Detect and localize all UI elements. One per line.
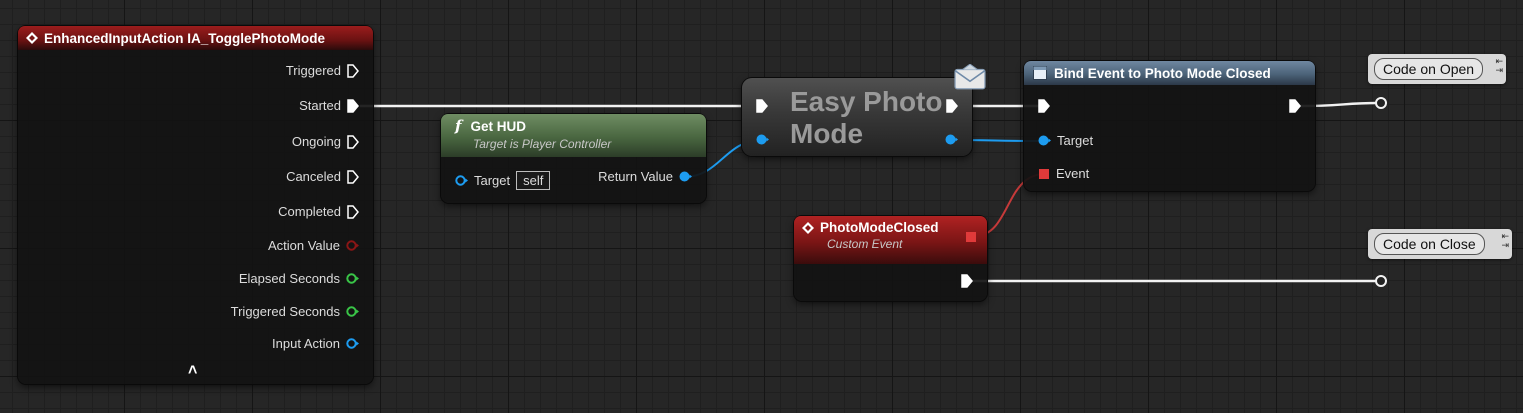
- node-title: PhotoModeClosed: [820, 220, 939, 235]
- function-icon: f: [455, 117, 462, 135]
- node-subtitle: Custom Event: [827, 237, 903, 251]
- exec-out-pin-icon[interactable]: [1289, 99, 1301, 113]
- pin-label: Event: [1056, 166, 1090, 181]
- object-pin-icon[interactable]: [346, 337, 359, 350]
- comment-text[interactable]: Code on Open: [1374, 58, 1484, 80]
- pin-label: Triggered: [285, 63, 341, 78]
- pin-return-value[interactable]: Return Value: [592, 169, 692, 184]
- exec-pin-icon[interactable]: [347, 134, 359, 149]
- exec-pin-icon[interactable]: [347, 204, 359, 219]
- pin-started[interactable]: Started: [293, 98, 359, 113]
- event-diamond-icon: [802, 221, 814, 234]
- exec-pin-icon[interactable]: [347, 169, 359, 184]
- object-in-pin-icon[interactable]: [756, 133, 769, 146]
- pin-target[interactable]: Target self: [455, 171, 551, 190]
- pin-ongoing[interactable]: Ongoing: [286, 134, 359, 149]
- get-hud-node[interactable]: f Get HUD Target is Player Controller Ta…: [441, 114, 706, 203]
- object-out-pin-icon[interactable]: [945, 133, 958, 146]
- struct-pin-icon[interactable]: [346, 239, 359, 252]
- pin-label: Ongoing: [291, 134, 341, 149]
- comment-code-on-open[interactable]: Code on Open ⇤ ⇥: [1368, 54, 1506, 84]
- pin-elapsed-seconds[interactable]: Elapsed Seconds: [233, 271, 359, 286]
- object-pin-icon[interactable]: [455, 174, 468, 187]
- float-pin-icon[interactable]: [346, 305, 359, 318]
- pin-completed[interactable]: Completed: [272, 204, 359, 219]
- node-title: Get HUD: [470, 118, 526, 134]
- pin-label: Return Value: [598, 169, 673, 184]
- comment-code-on-close[interactable]: Code on Close ⇤ ⇥: [1368, 229, 1512, 259]
- collapse-toggle-icon[interactable]: ˄: [188, 362, 197, 380]
- bind-event-node[interactable]: Bind Event to Photo Mode Closed Target E…: [1024, 61, 1315, 191]
- node-title: Bind Event to Photo Mode Closed: [1054, 65, 1271, 81]
- object-pin-icon[interactable]: [679, 170, 692, 183]
- node-header[interactable]: f Get HUD Target is Player Controller: [441, 114, 706, 157]
- object-pin-icon[interactable]: [1038, 134, 1051, 147]
- comment-resize-icon[interactable]: ⇤ ⇥: [1501, 232, 1509, 250]
- delegate-out-pin-icon[interactable]: [965, 231, 977, 243]
- function-box-icon: [1033, 66, 1047, 80]
- reroute-knot-open[interactable]: [1375, 97, 1387, 109]
- comment-text[interactable]: Code on Close: [1374, 233, 1485, 255]
- node-header[interactable]: EnhancedInputAction IA_TogglePhotoMode: [18, 26, 373, 50]
- exec-in-pin-icon[interactable]: [1038, 99, 1050, 113]
- exec-in-pin-icon[interactable]: [756, 99, 768, 113]
- enhanced-input-action-node[interactable]: EnhancedInputAction IA_TogglePhotoMode T…: [18, 26, 373, 384]
- pin-label: Input Action: [272, 336, 340, 351]
- envelope-icon: [954, 64, 986, 90]
- pin-label: Triggered Seconds: [230, 304, 340, 319]
- event-diamond-icon: [26, 32, 38, 44]
- easy-photo-mode-node[interactable]: Easy Photo Mode: [742, 64, 986, 156]
- pin-label: Elapsed Seconds: [238, 271, 340, 286]
- pin-target[interactable]: Target: [1038, 133, 1099, 148]
- pin-label: Action Value: [267, 238, 340, 253]
- pin-label: Canceled: [286, 169, 341, 184]
- node-title: EnhancedInputAction IA_TogglePhotoMode: [44, 30, 325, 46]
- comment-resize-icon[interactable]: ⇤ ⇥: [1495, 57, 1503, 75]
- custom-event-node[interactable]: PhotoModeClosed Custom Event: [794, 216, 987, 301]
- exec-out-pin-icon[interactable]: [946, 99, 958, 113]
- pin-input-action[interactable]: Input Action: [266, 336, 359, 351]
- node-subtitle: Target is Player Controller: [473, 137, 612, 151]
- pin-triggered-seconds[interactable]: Triggered Seconds: [225, 304, 359, 319]
- delegate-pin-icon[interactable]: [1038, 168, 1050, 180]
- pin-label: Started: [299, 98, 341, 113]
- exec-pin-icon[interactable]: [347, 63, 359, 78]
- pin-label: Target: [474, 173, 511, 188]
- pin-label: Completed: [278, 204, 341, 219]
- target-self-field[interactable]: self: [516, 171, 551, 190]
- reroute-knot-close[interactable]: [1375, 275, 1387, 287]
- node-header[interactable]: PhotoModeClosed Custom Event: [794, 216, 987, 264]
- macro-title: Easy Photo Mode: [790, 86, 942, 150]
- pin-triggered[interactable]: Triggered: [280, 63, 359, 78]
- macro-title-line1: Easy Photo: [790, 86, 943, 117]
- macro-title-line2: Mode: [790, 118, 864, 149]
- pin-canceled[interactable]: Canceled: [280, 169, 359, 184]
- node-header[interactable]: Bind Event to Photo Mode Closed: [1024, 61, 1315, 85]
- exec-pin-icon[interactable]: [347, 98, 359, 113]
- pin-label: Target: [1057, 133, 1094, 148]
- pin-action-value[interactable]: Action Value: [262, 238, 359, 253]
- pin-event[interactable]: Event: [1038, 166, 1095, 181]
- float-pin-icon[interactable]: [346, 272, 359, 285]
- exec-out-pin-icon[interactable]: [961, 274, 973, 288]
